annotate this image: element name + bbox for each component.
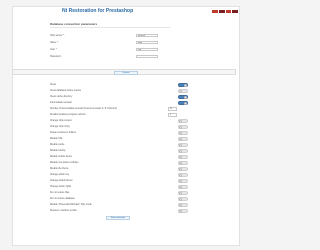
option-number-input[interactable]: 5 (168, 113, 177, 117)
option-row: Restore in another version (50, 209, 200, 215)
toggle-knob (179, 156, 183, 160)
toggle-knob (179, 120, 183, 124)
toggle-knob (179, 180, 183, 184)
host-field-row: Host server *: localhost (50, 34, 170, 38)
user-input[interactable]: root (136, 48, 158, 51)
option-label: Change shop context (50, 120, 72, 122)
toggle-knob (179, 198, 183, 202)
option-label: Disable cache (50, 144, 65, 146)
option-label: Duration between progress refresh : (50, 114, 87, 116)
section-divider (50, 27, 170, 28)
host-label: Host server *: (50, 34, 65, 37)
brand-logo (212, 10, 238, 13)
option-toggle[interactable] (178, 137, 188, 142)
toggle-knob (179, 90, 183, 94)
option-toggle[interactable] (178, 167, 188, 172)
toggle-knob (179, 174, 183, 178)
option-toggle[interactable] (178, 179, 188, 184)
toggle-knob (179, 150, 183, 154)
option-label: Do not restore files (50, 192, 70, 194)
option-toggle[interactable] (178, 155, 188, 160)
option-toggle[interactable] (178, 83, 188, 88)
option-label: Clean database before restore (50, 90, 82, 92)
option-label: Delete customers' folders (50, 132, 76, 134)
start-restoration-button[interactable]: Start restoration (106, 216, 130, 220)
option-label: Disable SSL (50, 138, 63, 140)
toggle-knob (183, 96, 187, 100)
name-label: Name *: (50, 41, 59, 44)
option-label: Disable the theme (50, 168, 69, 170)
option-label: Disable "Dimension/Modules" SQL mode (50, 204, 92, 206)
toggle-knob (183, 84, 187, 88)
option-toggle[interactable] (178, 203, 188, 208)
option-toggle[interactable] (178, 197, 188, 202)
dismiss-bar: Dismiss (12, 69, 236, 75)
toggle-knob (179, 210, 183, 214)
option-toggle[interactable] (178, 101, 188, 106)
option-label: Disable Smarty (50, 150, 66, 152)
option-toggle[interactable] (178, 149, 188, 154)
option-toggle[interactable] (178, 209, 188, 214)
option-label: Do not restore database (50, 198, 75, 200)
option-toggle[interactable] (178, 185, 188, 190)
option-label: Disable mobile theme (50, 156, 73, 158)
option-toggle[interactable] (178, 143, 188, 148)
option-toggle[interactable] (178, 95, 188, 100)
option-label: Change shop url(s) (50, 126, 70, 128)
toggle-knob (179, 144, 183, 148)
toggle-knob (183, 102, 187, 106)
option-label: Clean cache directory (50, 96, 73, 98)
option-label: Clean (50, 84, 57, 86)
option-label: Number of intermediate renewal (Current … (50, 108, 117, 110)
option-toggle[interactable] (178, 125, 188, 130)
connection-section-title: Database connection parameters (50, 22, 98, 26)
option-toggle[interactable] (178, 119, 188, 124)
option-label: Change admin rights (50, 186, 72, 188)
option-label: Disable non-native modules (50, 162, 79, 164)
user-label: User *: (50, 48, 58, 51)
dismiss-button[interactable]: Dismiss (114, 71, 138, 75)
toggle-knob (179, 126, 183, 130)
option-label: Restore in another version (50, 210, 77, 212)
toggle-knob (179, 204, 183, 208)
toggle-knob (179, 138, 183, 142)
option-toggle[interactable] (178, 131, 188, 136)
password-input[interactable] (136, 55, 158, 58)
user-field-row: User *: root (50, 48, 170, 52)
option-toggle[interactable] (178, 191, 188, 196)
toggle-knob (179, 168, 183, 172)
name-field-row: Name *: shop (50, 41, 170, 45)
option-toggle[interactable] (178, 173, 188, 178)
option-toggle[interactable] (178, 89, 188, 94)
toggle-knob (179, 186, 183, 190)
name-input[interactable]: shop (136, 41, 158, 44)
toggle-knob (179, 162, 183, 166)
toggle-knob (179, 192, 183, 196)
host-input[interactable]: localhost (136, 34, 158, 37)
toggle-knob (179, 132, 183, 136)
option-label: Intermediate renewal (50, 102, 72, 104)
option-toggle[interactable] (178, 161, 188, 166)
option-label: Change default theme (50, 180, 73, 182)
password-label: Password : (50, 55, 62, 58)
password-field-row: Password : (50, 55, 170, 59)
page-title: Nt Restoration for Prestashop (62, 8, 134, 14)
option-number-input[interactable]: 30 (168, 107, 177, 111)
option-label: Change admin key (50, 174, 70, 176)
